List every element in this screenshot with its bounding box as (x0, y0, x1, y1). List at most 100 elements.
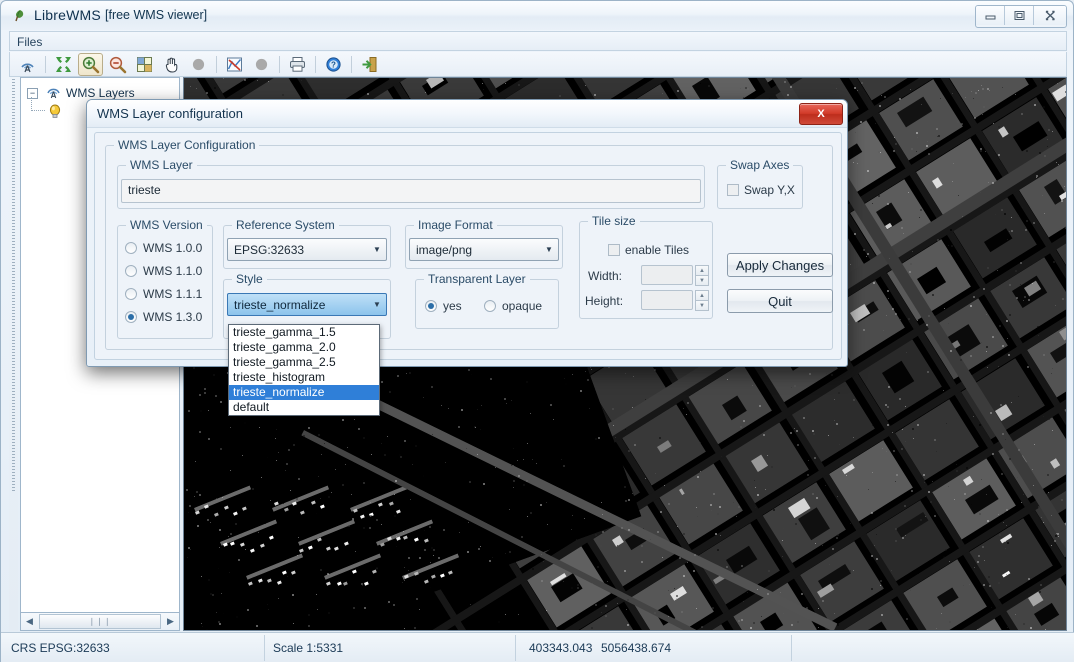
identify-chart-icon[interactable] (222, 53, 247, 76)
zoom-in-icon[interactable] (78, 52, 103, 76)
chevron-down-icon[interactable]: ▼ (368, 245, 386, 254)
tile-width-spin-up[interactable]: ▲ (695, 265, 709, 275)
radio-wms-110-button[interactable] (125, 265, 137, 277)
menu-item-files[interactable]: Files (17, 35, 42, 49)
radio-transparent-opaque-label: opaque (502, 299, 543, 313)
scrollbar-thumb[interactable]: ❘❘❘ (39, 614, 161, 629)
toolbar-separator-4 (315, 55, 316, 73)
lightbulb-icon[interactable] (47, 103, 63, 119)
status-separator-3 (791, 635, 792, 661)
dialog-close-button[interactable]: X (799, 103, 843, 125)
application-window: LibreWMS [free WMS viewer] Files ? − WMS… (0, 0, 1074, 662)
chevron-down-icon-format[interactable]: ▼ (540, 245, 558, 254)
apply-changes-button[interactable]: Apply Changes (727, 253, 833, 277)
svg-text:?: ? (331, 60, 336, 69)
wms-connect-icon[interactable] (15, 53, 40, 76)
tile-width-spin-down[interactable]: ▼ (695, 275, 709, 286)
tile-height-spinner[interactable]: ▲ ▼ (695, 290, 709, 311)
help-icon[interactable]: ? (321, 53, 346, 76)
radio-wms-111[interactable]: WMS 1.1.1 (125, 287, 202, 301)
tree-leaf-icon (13, 8, 28, 23)
zoom-full-extent-icon[interactable] (51, 53, 76, 76)
toolbar-separator (45, 55, 46, 73)
zoom-out-icon[interactable] (105, 53, 130, 76)
style-value: trieste_normalize (234, 297, 326, 312)
reference-system-combo[interactable]: EPSG:32633 ▼ (227, 238, 387, 261)
radio-transparent-yes[interactable]: yes (425, 299, 462, 313)
swap-yx-checkbox-row[interactable]: Swap Y,X (727, 183, 795, 197)
toolbar-separator-3 (279, 55, 280, 73)
title-bar: LibreWMS [free WMS viewer] (1, 1, 1073, 30)
style-option-3[interactable]: trieste_histogram (229, 370, 379, 385)
group-label-style: Style (232, 272, 267, 286)
radio-wms-110-label: WMS 1.1.0 (143, 264, 203, 278)
minimize-button[interactable] (976, 6, 1005, 25)
wms-antenna-icon (45, 84, 62, 102)
tile-height-spin-down[interactable]: ▼ (695, 300, 709, 311)
group-label-swap-axes: Swap Axes (726, 158, 794, 172)
tile-width-label: Width: (588, 269, 623, 283)
quit-button[interactable]: Quit (727, 289, 833, 313)
group-label-reference-system: Reference System (232, 218, 339, 232)
chevron-down-icon-style[interactable]: ▼ (368, 300, 386, 309)
radio-transparent-yes-button[interactable] (425, 300, 437, 312)
tile-height-spin-up[interactable]: ▲ (695, 290, 709, 300)
status-separator-1 (264, 635, 265, 661)
radio-wms-100-label: WMS 1.0.0 (143, 241, 203, 255)
dialog-title-bar: WMS Layer configuration X (87, 100, 847, 128)
disabled-circle-icon (186, 53, 211, 76)
radio-transparent-opaque[interactable]: opaque (484, 299, 542, 313)
toolbar-separator-2 (216, 55, 217, 73)
image-format-value: image/png (416, 242, 473, 257)
tile-width-spinner[interactable]: ▲ ▼ (695, 265, 709, 286)
style-combo[interactable]: trieste_normalize ▼ (227, 293, 387, 316)
window-controls (975, 5, 1067, 28)
radio-wms-130[interactable]: WMS 1.3.0 (125, 310, 202, 324)
close-button[interactable] (1034, 6, 1066, 25)
pan-hand-icon[interactable] (159, 53, 184, 76)
wms-layer-input[interactable]: trieste (121, 179, 701, 203)
enable-tiles-checkbox-row[interactable]: enable Tiles (608, 243, 689, 257)
radio-transparent-opaque-button[interactable] (484, 300, 496, 312)
style-option-2[interactable]: trieste_gamma_2.5 (229, 355, 379, 370)
radio-wms-110[interactable]: WMS 1.1.0 (125, 264, 202, 278)
tile-height-label: Height: (585, 294, 624, 308)
disabled-circle2-icon (249, 53, 274, 76)
radio-wms-111-button[interactable] (125, 288, 137, 300)
radio-wms-111-label: WMS 1.1.1 (143, 287, 203, 301)
scroll-left-arrow[interactable]: ◀ (21, 616, 38, 627)
radio-wms-130-button[interactable] (125, 311, 137, 323)
scrollbar-grip: ❘❘❘ (88, 617, 112, 626)
wms-layer-configuration-dialog: WMS Layer configuration X WMS Layer Conf… (86, 99, 848, 367)
tile-height-input[interactable] (641, 290, 693, 310)
tree-horizontal-scrollbar[interactable]: ◀ ❘❘❘ ▶ (20, 612, 180, 631)
tree-root-label: WMS Layers (66, 86, 135, 100)
group-label-image-format: Image Format (414, 218, 497, 232)
style-option-0[interactable]: trieste_gamma_1.5 (229, 325, 379, 340)
style-option-5[interactable]: default (229, 400, 379, 415)
status-bar: CRS EPSG:32633 Scale 1:5331 403343.043 5… (1, 632, 1074, 662)
group-label-transparent-layer: Transparent Layer (424, 272, 530, 286)
app-subtitle: [free WMS viewer] (105, 8, 208, 22)
enable-tiles-checkbox[interactable] (608, 244, 620, 256)
radio-wms-100[interactable]: WMS 1.0.0 (125, 241, 202, 255)
tile-width-input[interactable] (641, 265, 693, 285)
style-option-1[interactable]: trieste_gamma_2.0 (229, 340, 379, 355)
toolbar: ? (9, 52, 1067, 77)
panel-drag-handle[interactable]: /*dots drawn below*/ (9, 77, 18, 631)
status-separator-2 (515, 635, 516, 661)
style-dropdown-list[interactable]: trieste_gamma_1.5 trieste_gamma_2.0 triest… (228, 324, 380, 416)
swap-yx-label: Swap Y,X (744, 183, 795, 197)
swap-yx-checkbox[interactable] (727, 184, 739, 196)
layer-properties-icon[interactable] (132, 53, 157, 76)
image-format-combo[interactable]: image/png ▼ (409, 238, 559, 261)
style-option-4[interactable]: trieste_normalize (229, 385, 379, 400)
scroll-right-arrow[interactable]: ▶ (162, 616, 179, 627)
tree-connector-vertical (31, 97, 33, 111)
print-icon[interactable] (285, 53, 310, 76)
exit-icon[interactable] (357, 53, 382, 76)
radio-wms-100-button[interactable] (125, 242, 137, 254)
group-label-tile-size: Tile size (588, 214, 640, 228)
maximize-button[interactable] (1005, 6, 1034, 25)
app-title: LibreWMS (34, 7, 101, 23)
